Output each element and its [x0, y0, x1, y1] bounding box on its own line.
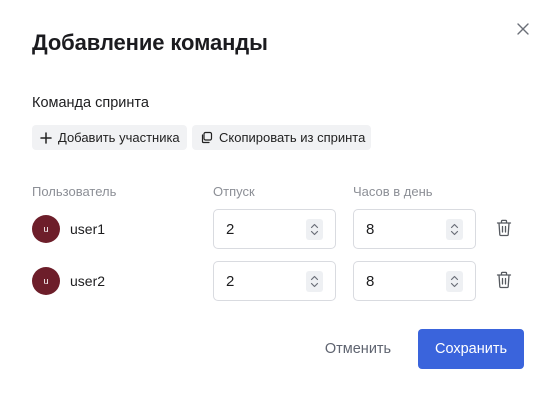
vacation-input[interactable]: 2	[213, 261, 336, 301]
trash-icon[interactable]	[496, 271, 512, 289]
dialog-title: Добавление команды	[32, 30, 268, 55]
team-row: u user1 2 8	[0, 209, 554, 249]
copy-from-sprint-label: Скопировать из спринта	[219, 130, 366, 145]
add-member-label: Добавить участника	[58, 130, 180, 145]
user-name: user2	[70, 273, 106, 289]
hours-input[interactable]: 8	[353, 209, 476, 249]
avatar: u	[32, 215, 60, 243]
vacation-input[interactable]: 2	[213, 209, 336, 249]
avatar: u	[32, 267, 60, 295]
user-name: user1	[70, 221, 106, 237]
stepper-icon[interactable]	[306, 219, 323, 240]
section-title: Команда спринта	[32, 95, 149, 111]
stepper-icon[interactable]	[446, 219, 463, 240]
vacation-value: 2	[226, 273, 235, 290]
close-button[interactable]	[512, 18, 534, 40]
column-header-vacation: Отпуск	[213, 184, 255, 199]
add-team-dialog: Добавление команды Команда спринта Добав…	[0, 0, 554, 394]
close-icon	[517, 23, 529, 35]
cancel-button[interactable]: Отменить	[312, 329, 404, 369]
stepper-icon[interactable]	[446, 271, 463, 292]
hours-value: 8	[366, 221, 375, 238]
stepper-icon[interactable]	[306, 271, 323, 292]
add-member-button[interactable]: Добавить участника	[32, 125, 187, 150]
column-header-hours: Часов в день	[353, 184, 433, 199]
trash-icon[interactable]	[496, 219, 512, 237]
team-row: u user2 2 8	[0, 261, 554, 301]
save-button[interactable]: Сохранить	[418, 329, 524, 369]
hours-value: 8	[366, 273, 375, 290]
plus-icon	[40, 131, 52, 145]
hours-input[interactable]: 8	[353, 261, 476, 301]
copy-from-sprint-button[interactable]: Скопировать из спринта	[192, 125, 371, 150]
vacation-value: 2	[226, 221, 235, 238]
column-header-user: Пользователь	[32, 184, 117, 199]
copy-icon	[200, 131, 213, 145]
